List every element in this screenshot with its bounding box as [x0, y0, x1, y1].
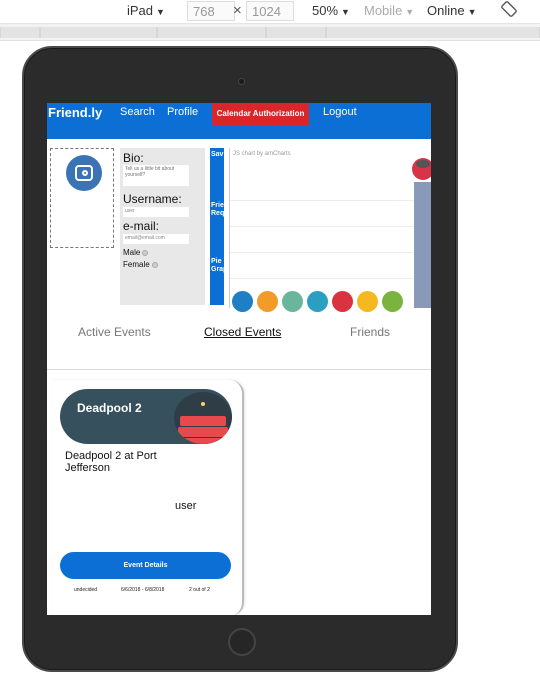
- chart-bubble-icon: [412, 158, 431, 180]
- event-attendance-count: 2 out of 2: [189, 587, 210, 593]
- gender-male-label: Male: [123, 248, 141, 257]
- chevron-down-icon: ▼: [467, 7, 477, 17]
- nav-logout-link[interactable]: Logout: [323, 106, 357, 118]
- width-input[interactable]: 768: [187, 1, 235, 21]
- nav-search-link[interactable]: Search: [120, 106, 155, 118]
- ruler-segment[interactable]: [326, 27, 540, 38]
- times-icon: ×: [233, 2, 242, 19]
- pie-graph-button[interactable]: Pie Grap: [211, 258, 224, 274]
- chart-credit[interactable]: JS chart by amCharts: [233, 151, 291, 157]
- nav-profile-link[interactable]: Profile: [167, 106, 198, 118]
- radio-male[interactable]: [142, 249, 149, 256]
- email-field[interactable]: email@email.com: [123, 234, 189, 244]
- category-icon-music: [332, 291, 353, 312]
- event-card-header: Deadpool 2: [60, 389, 232, 444]
- device-select[interactable]: iPad ▼: [127, 1, 165, 21]
- event-dates: 6/6/2018 - 6/8/2018: [121, 587, 165, 593]
- network-select[interactable]: Online ▼: [427, 1, 477, 21]
- grid-line: [230, 252, 414, 253]
- profile-panel: Bio: Username: user e-mail: email@email.…: [120, 148, 205, 305]
- chevron-down-icon: ▼: [341, 7, 350, 17]
- device-select-label: iPad: [127, 3, 154, 18]
- ruler-segment[interactable]: [40, 27, 157, 38]
- email-label: e-mail:: [123, 219, 160, 233]
- gender-male-option[interactable]: Male: [123, 248, 149, 257]
- category-icon-outdoors: [382, 291, 403, 312]
- category-icon-games: [282, 291, 303, 312]
- radio-female[interactable]: [151, 261, 158, 268]
- event-tabs: Active Events Closed Events Friends: [47, 325, 431, 343]
- camera-icon: [238, 78, 245, 85]
- tab-active-events[interactable]: Active Events: [78, 325, 151, 339]
- chevron-down-icon: ▼: [156, 7, 165, 17]
- avatar-upload[interactable]: [50, 148, 114, 248]
- tab-friends[interactable]: Friends: [350, 325, 390, 339]
- event-title: Deadpool 2: [77, 401, 142, 415]
- side-action-buttons: Sav Frie Req Pie Grap: [210, 148, 224, 305]
- brand-logo[interactable]: Friend.ly: [48, 105, 102, 120]
- username-label: Username:: [123, 192, 182, 206]
- category-icon-dining: [357, 291, 378, 312]
- mode-select-label: Mobile: [364, 3, 403, 18]
- camera-icon: [75, 165, 93, 181]
- event-user: user: [175, 500, 197, 512]
- home-button[interactable]: [228, 628, 256, 656]
- zoom-select-label: 50%: [312, 3, 339, 18]
- bio-field[interactable]: [123, 165, 189, 186]
- username-field[interactable]: user: [123, 207, 189, 217]
- event-card: Deadpool 2 Deadpool 2 at Port Jefferson …: [52, 380, 244, 615]
- devtools-toolbar: iPad ▼ 768 × 1024 50% ▼ Mobile ▼ Online ▼: [0, 0, 540, 24]
- grid-line: [230, 278, 414, 279]
- event-details-button[interactable]: Event Details: [60, 552, 231, 579]
- rotate-icon[interactable]: [500, 0, 518, 20]
- gender-female-option[interactable]: Female: [123, 260, 158, 269]
- save-button[interactable]: Sav: [211, 151, 223, 159]
- friend-requests-button[interactable]: Frie Req: [211, 202, 224, 218]
- zoom-select[interactable]: 50% ▼: [312, 1, 350, 21]
- cinema-icon: [174, 392, 232, 444]
- mode-select[interactable]: Mobile ▼: [364, 1, 414, 21]
- height-input[interactable]: 1024: [246, 1, 294, 21]
- ruler-segment[interactable]: [157, 27, 266, 38]
- chevron-down-icon: ▼: [405, 7, 415, 17]
- category-icon-sports: [307, 291, 328, 312]
- category-icon-tech: [232, 291, 253, 312]
- divider: [47, 369, 431, 370]
- ruler-segment[interactable]: [0, 27, 40, 38]
- event-description: Deadpool 2 at Port Jefferson: [65, 450, 157, 474]
- event-status: undecided: [74, 587, 98, 593]
- bio-label: Bio:: [123, 151, 144, 165]
- media-query-ruler: [0, 24, 540, 41]
- calendar-authorization-button[interactable]: Calendar Authorization: [212, 103, 309, 125]
- ruler-segment[interactable]: [266, 27, 326, 38]
- grid-line: [230, 200, 414, 201]
- network-select-label: Online: [427, 3, 465, 18]
- chart-bar[interactable]: [414, 182, 431, 308]
- gender-female-label: Female: [123, 260, 150, 269]
- category-icon-food: [257, 291, 278, 312]
- avatar: [66, 155, 102, 191]
- interests-chart: JS chart by amCharts: [229, 148, 431, 312]
- grid-line: [230, 226, 414, 227]
- navbar: Friend.ly Search Profile Calendar Author…: [47, 103, 431, 139]
- device-screen: Friend.ly Search Profile Calendar Author…: [47, 103, 431, 615]
- tab-closed-events[interactable]: Closed Events: [204, 325, 281, 339]
